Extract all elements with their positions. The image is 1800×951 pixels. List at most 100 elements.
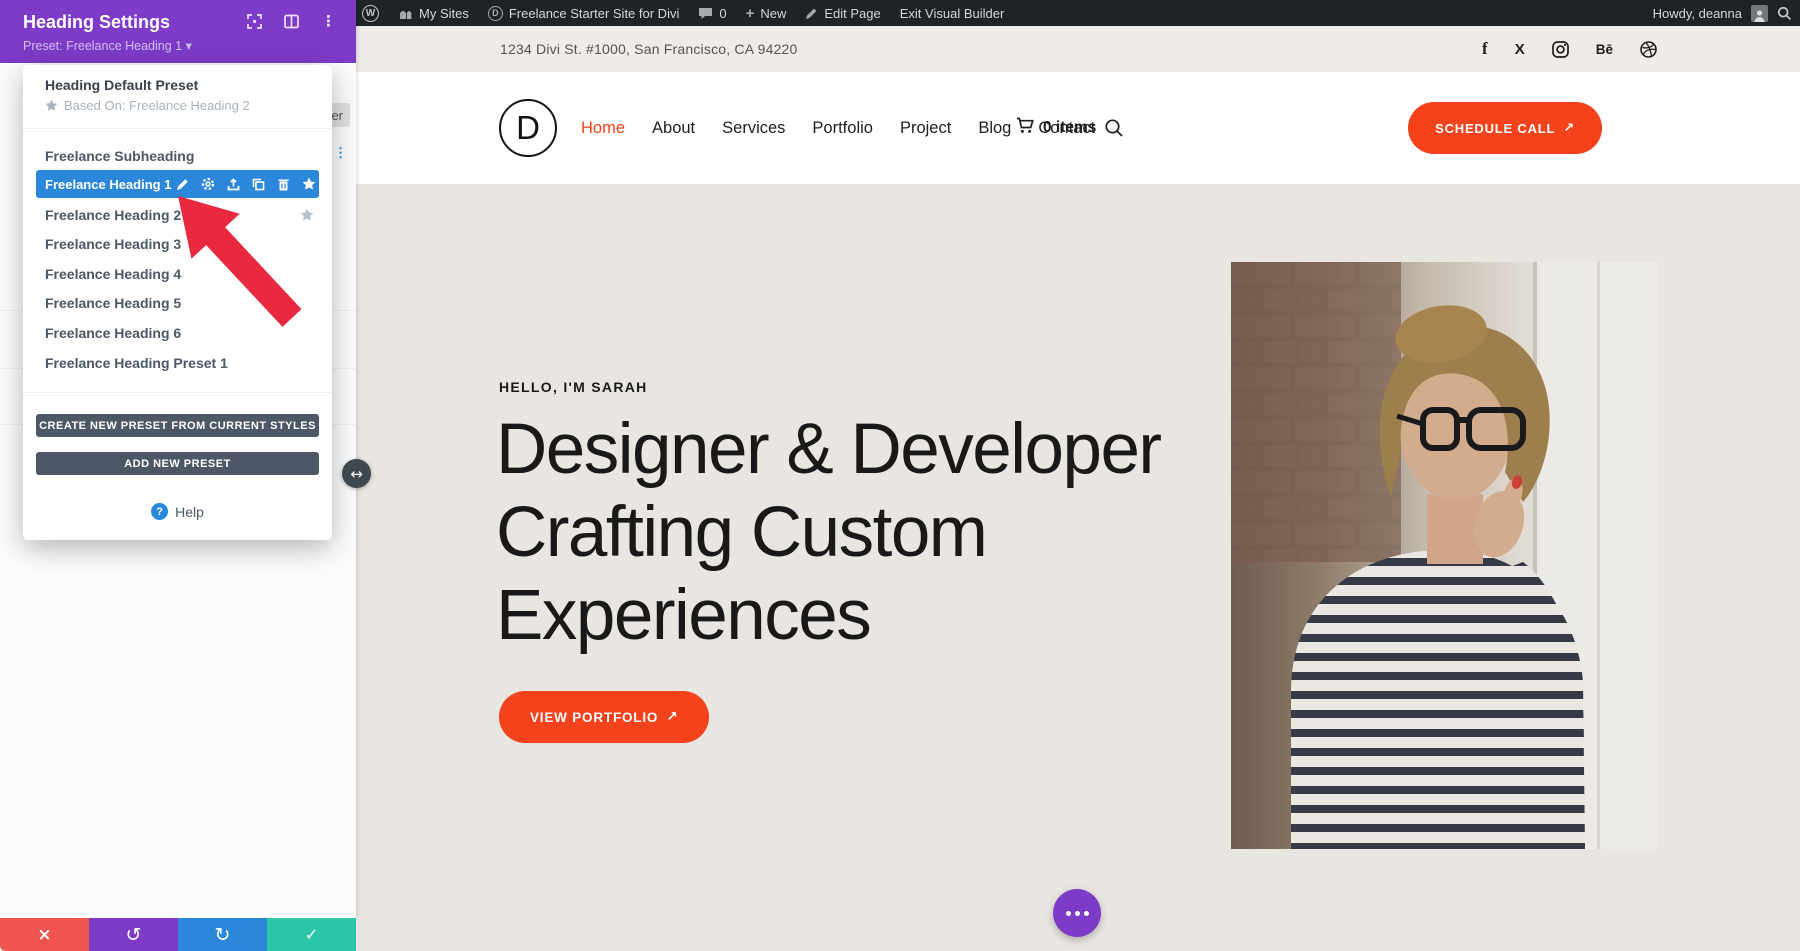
view-portfolio-label: VIEW PORTFOLIO <box>530 709 659 725</box>
preset-label: Freelance Heading 2 <box>45 207 182 223</box>
focus-mode-icon[interactable] <box>247 14 262 29</box>
exit-visual-builder-label: Exit Visual Builder <box>899 5 1005 21</box>
avatar[interactable] <box>1751 4 1768 22</box>
favorite-preset-star-icon[interactable] <box>302 177 316 191</box>
discard-changes-button[interactable]: × <box>0 918 89 951</box>
preset-item-freelance-heading-3[interactable]: Freelance Heading 3 <box>36 231 319 257</box>
edit-page-label: Edit Page <box>824 5 881 21</box>
settings-title: Heading Settings <box>23 12 171 32</box>
preset-label: Freelance Heading 6 <box>45 325 182 341</box>
new-menu[interactable]: + New <box>746 6 787 21</box>
site-navbar: D Home About Services Portfolio Project … <box>356 72 1800 184</box>
address-text: 1234 Divi St. #1000, San Francisco, CA 9… <box>500 41 798 57</box>
preset-item-freelance-heading-6[interactable]: Freelance Heading 6 <box>36 320 319 346</box>
dribbble-icon[interactable] <box>1640 40 1657 58</box>
howdy-menu[interactable]: Howdy, deanna <box>1653 6 1742 21</box>
section-options-button[interactable] <box>1053 889 1101 937</box>
hero-heading-line1: Designer & Developer <box>496 410 1162 489</box>
header-kebab-icon[interactable]: ⋮ <box>321 14 336 29</box>
default-preset-name: Heading Default Preset <box>45 77 199 93</box>
comments-menu[interactable]: 0 <box>698 5 727 21</box>
arrow-ne-icon: ↗ <box>666 709 679 725</box>
panel-layout-icon[interactable] <box>284 14 299 29</box>
help-label: Help <box>175 503 204 520</box>
preset-label: Freelance Heading 3 <box>45 236 182 252</box>
preset-item-freelance-heading-preset-1[interactable]: Freelance Heading Preset 1 <box>36 350 319 376</box>
my-sites-label: My Sites <box>419 5 469 21</box>
chevron-down-icon: ▾ <box>185 38 192 53</box>
search-icon[interactable] <box>1104 118 1124 143</box>
builder-action-bar: × ↺ ↻ ✓ <box>0 918 356 951</box>
nav-link-project[interactable]: Project <box>900 119 951 138</box>
comment-icon <box>698 7 713 20</box>
site-name-label: Freelance Starter Site for Divi <box>508 5 680 21</box>
preset-label: Freelance Subheading <box>45 148 195 164</box>
preset-settings-gear-icon[interactable] <box>201 177 215 191</box>
divider <box>23 392 332 393</box>
panel-resize-handle[interactable]: ↔ <box>342 459 371 488</box>
preset-label: Freelance Heading 1 <box>45 176 172 192</box>
nav-link-services[interactable]: Services <box>722 119 785 138</box>
nav-link-blog[interactable]: Blog <box>978 119 1011 138</box>
schedule-call-label: SCHEDULE CALL <box>1435 120 1556 136</box>
preset-dropdown-toggle[interactable]: Preset: Freelance Heading 1 ▾ <box>23 38 192 53</box>
redo-button[interactable]: ↻ <box>178 918 267 951</box>
site-logo[interactable]: D <box>499 99 557 157</box>
preset-label: Freelance Heading 5 <box>45 295 182 311</box>
preset-item-freelance-heading-4[interactable]: Freelance Heading 4 <box>36 261 319 287</box>
preset-item-freelance-heading-5[interactable]: Freelance Heading 5 <box>36 290 319 316</box>
help-link[interactable]: ? Help <box>23 503 332 520</box>
based-on-label: Based On: Freelance Heading 2 <box>64 98 250 113</box>
preset-item-freelance-heading-1-selected[interactable]: Freelance Heading 1 <box>36 170 319 198</box>
instagram-icon[interactable] <box>1551 40 1569 58</box>
site-menu[interactable]: D Freelance Starter Site for Divi <box>487 5 680 21</box>
screen: W My Sites D Freelance Starter Site for … <box>0 0 1800 951</box>
edit-page-menu[interactable]: Edit Page <box>805 5 881 21</box>
hero-heading-line3: Experiences <box>496 576 872 655</box>
default-star-icon[interactable] <box>300 208 314 225</box>
new-label: New <box>760 5 787 21</box>
export-preset-icon[interactable] <box>227 177 240 191</box>
hero-section: HELLO, I'M SARAH Designer & Developer Cr… <box>356 184 1800 951</box>
cart-count-label: 0 items <box>1043 119 1097 136</box>
comments-count: 0 <box>719 5 727 21</box>
dot <box>1074 910 1080 916</box>
undo-button[interactable]: ↺ <box>89 918 178 951</box>
hero-photo <box>1231 262 1657 849</box>
hero-heading: Designer & Developer Crafting Custom Exp… <box>496 408 1256 657</box>
preset-label: Freelance Heading Preset 1 <box>45 355 228 371</box>
preset-item-freelance-subheading[interactable]: Freelance Subheading <box>36 143 319 169</box>
edit-preset-icon[interactable] <box>176 178 189 191</box>
facebook-icon[interactable]: f <box>1482 39 1488 59</box>
wp-logo-menu[interactable]: W <box>362 4 379 22</box>
duplicate-preset-icon[interactable] <box>252 178 265 191</box>
view-portfolio-button[interactable]: VIEW PORTFOLIO ↗ <box>499 691 710 743</box>
add-new-preset-button[interactable]: ADD NEW PRESET <box>36 452 319 475</box>
star-icon <box>45 99 58 111</box>
exit-visual-builder[interactable]: Exit Visual Builder <box>900 6 1005 21</box>
cart-icon <box>1016 117 1035 139</box>
hero-heading-line2: Crafting Custom <box>496 493 988 572</box>
cart-link[interactable]: 0 items <box>1016 72 1096 184</box>
plus-icon: + <box>745 4 755 22</box>
x-twitter-icon[interactable]: X <box>1515 41 1525 58</box>
nav-link-home[interactable]: Home <box>581 119 625 138</box>
wordpress-icon: W <box>362 4 379 22</box>
delete-preset-icon[interactable] <box>277 178 290 191</box>
preset-popup: Heading Default Preset Based On: Freelan… <box>23 65 332 540</box>
behance-icon[interactable]: Bē <box>1596 42 1613 57</box>
nav-link-portfolio[interactable]: Portfolio <box>812 119 873 138</box>
dot <box>1083 910 1089 916</box>
default-preset-based-on: Based On: Freelance Heading 2 <box>45 98 250 113</box>
schedule-call-button[interactable]: SCHEDULE CALL ↗ <box>1408 102 1602 154</box>
save-changes-button[interactable]: ✓ <box>267 918 356 951</box>
preset-subtitle-label: Preset: Freelance Heading 1 <box>23 39 183 53</box>
sites-icon <box>398 7 413 20</box>
create-new-preset-button[interactable]: CREATE NEW PRESET FROM CURRENT STYLES <box>36 414 319 437</box>
admin-search-icon[interactable] <box>1777 6 1792 21</box>
options-kebab-icon[interactable]: ⋮ <box>334 146 347 159</box>
nav-link-about[interactable]: About <box>652 119 695 138</box>
howdy-label: Howdy, deanna <box>1652 5 1742 21</box>
preset-item-freelance-heading-2[interactable]: Freelance Heading 2 <box>36 202 319 228</box>
my-sites-menu[interactable]: My Sites <box>398 6 469 21</box>
